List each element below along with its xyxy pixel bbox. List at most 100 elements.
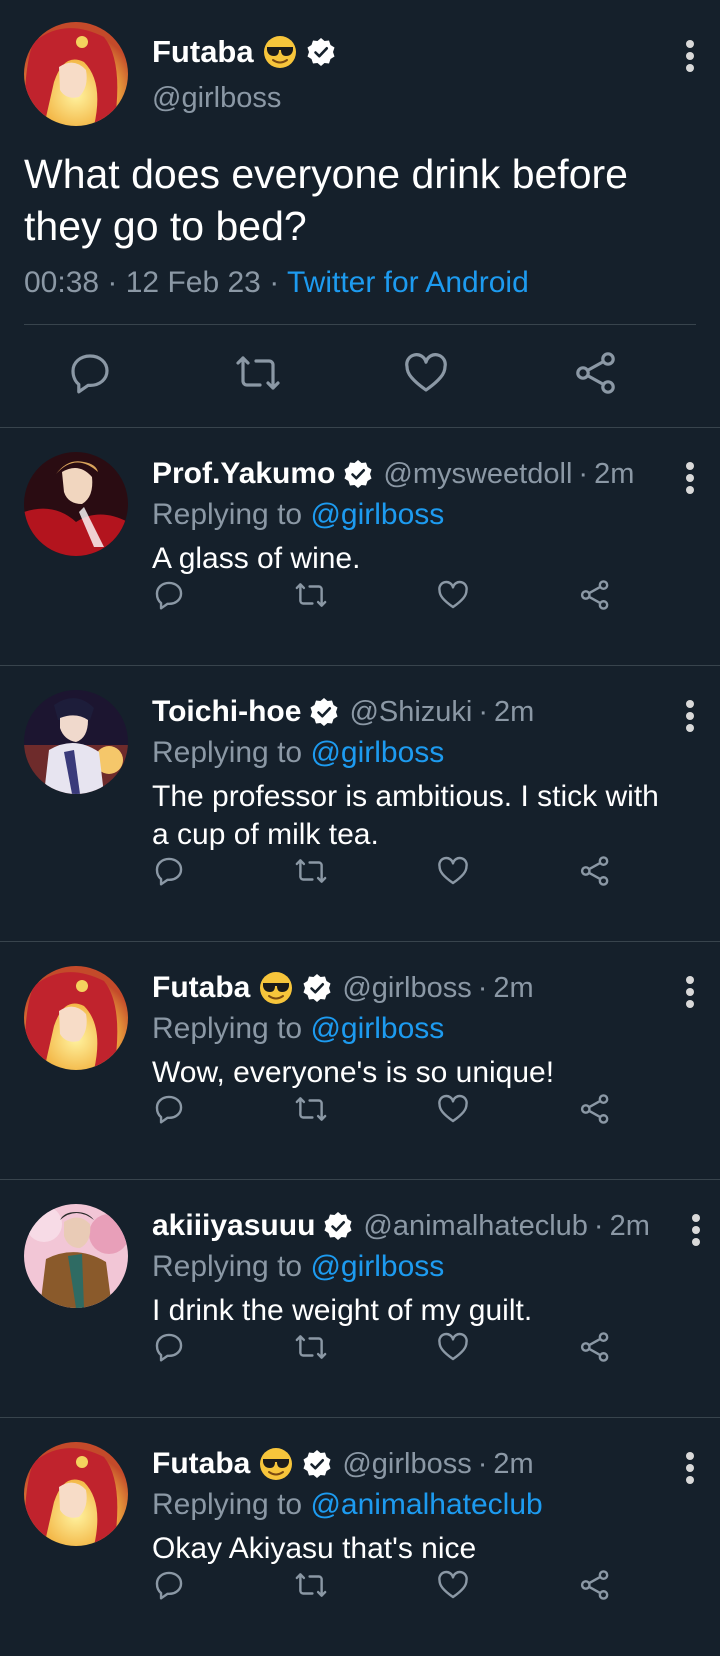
reply-body: Prof.Yakumo @mysweetdoll · 2m Replying t…: [152, 454, 680, 578]
avatar-prof-yakumo[interactable]: [24, 452, 128, 556]
like-icon[interactable]: [436, 854, 470, 888]
replying-to-mention[interactable]: @girlboss: [310, 498, 444, 531]
reply-actions: [152, 1092, 612, 1132]
replying-to-label: Replying to: [152, 736, 311, 769]
author-display-name[interactable]: Toichi-hoe: [152, 695, 301, 729]
share-icon[interactable]: [578, 854, 612, 888]
more-options-icon[interactable]: [680, 696, 700, 736]
retweet-icon[interactable]: [294, 578, 328, 612]
author-name-row: Futaba: [152, 34, 336, 70]
replying-to: Replying to @animalhateclub: [152, 1488, 680, 1522]
replying-to-mention[interactable]: @girlboss: [310, 1250, 444, 1283]
replying-to-mention[interactable]: @girlboss: [310, 1012, 444, 1045]
reply-icon[interactable]: [152, 578, 186, 612]
more-options-icon[interactable]: [680, 458, 700, 498]
author-handle[interactable]: @Shizuki: [349, 696, 472, 729]
sunglasses-emoji-icon: [258, 1446, 294, 1482]
like-icon[interactable]: [436, 1092, 470, 1126]
author-handle[interactable]: @girlboss: [342, 972, 471, 1005]
retweet-icon[interactable]: [294, 1330, 328, 1364]
replying-to: Replying to @girlboss: [152, 1250, 680, 1284]
like-icon[interactable]: [436, 1568, 470, 1602]
author-handle[interactable]: @mysweetdoll: [383, 458, 572, 491]
like-icon[interactable]: [402, 349, 450, 397]
replying-to-label: Replying to: [152, 1012, 311, 1045]
twitter-thread-view: Futaba @girlboss What does everyone drin…: [0, 0, 720, 1656]
sunglasses-emoji-icon: [262, 34, 298, 70]
more-options-icon[interactable]: [680, 1448, 700, 1488]
share-icon[interactable]: [578, 1568, 612, 1602]
author-display-name[interactable]: Prof.Yakumo: [152, 457, 335, 491]
avatar-futaba[interactable]: [24, 1442, 128, 1546]
replying-to-label: Replying to: [152, 498, 311, 531]
author-handle[interactable]: @girlboss: [152, 82, 336, 115]
share-icon[interactable]: [578, 578, 612, 612]
tweet-date: 12 Feb 23: [125, 266, 261, 299]
retweet-icon[interactable]: [294, 854, 328, 888]
sunglasses-emoji-icon: [258, 970, 294, 1006]
retweet-icon[interactable]: [234, 349, 282, 397]
reply-body: Futaba @girlboss · 2m Replying to @girlb…: [152, 968, 680, 1092]
reply-tweet[interactable]: Futaba @girlboss · 2m Replying to @girlb…: [0, 942, 720, 1180]
separator: ·: [477, 971, 488, 1004]
replying-to-label: Replying to: [152, 1488, 311, 1521]
avatar-akiiiyasuuu[interactable]: [24, 1204, 128, 1308]
reply-actions: [152, 578, 612, 618]
verified-badge-icon: [302, 1449, 332, 1479]
more-options-icon[interactable]: [680, 36, 700, 76]
reply-text: The professor is ambitious. I stick with…: [152, 780, 659, 851]
reply-time: 2m: [494, 695, 535, 728]
author-display-name[interactable]: Futaba: [152, 34, 254, 70]
like-icon[interactable]: [436, 1330, 470, 1364]
reply-tweet[interactable]: Futaba @girlboss · 2m Replying to @anima…: [0, 1418, 720, 1656]
main-tweet-names: Futaba @girlboss: [152, 34, 336, 115]
author-handle[interactable]: @girlboss: [342, 1448, 471, 1481]
reply-header: Futaba @girlboss · 2m: [152, 1444, 680, 1484]
replying-to-mention[interactable]: @girlboss: [310, 736, 444, 769]
reply-body: akiiiyasuuu @animalhateclub · 2m Replyin…: [152, 1206, 680, 1330]
reply-icon[interactable]: [66, 349, 114, 397]
avatar-toichi-hoe[interactable]: [24, 690, 128, 794]
tweet-source-link[interactable]: Twitter for Android: [287, 266, 529, 299]
like-icon[interactable]: [436, 578, 470, 612]
author-display-name[interactable]: Futaba: [152, 971, 250, 1005]
reply-icon[interactable]: [152, 854, 186, 888]
avatar-futaba[interactable]: [24, 22, 128, 126]
replying-to-mention[interactable]: @animalhateclub: [310, 1488, 542, 1521]
more-options-icon[interactable]: [680, 972, 700, 1012]
tweet-time: 00:38: [24, 266, 100, 299]
replying-to: Replying to @girlboss: [152, 1012, 680, 1046]
reply-actions: [152, 854, 612, 894]
verified-badge-icon: [302, 973, 332, 1003]
avatar-futaba[interactable]: [24, 966, 128, 1070]
share-icon[interactable]: [578, 1092, 612, 1126]
reply-body: Toichi-hoe @Shizuki · 2m Replying to @gi…: [152, 692, 680, 854]
reply-header: Prof.Yakumo @mysweetdoll · 2m: [152, 454, 680, 494]
reply-header: Toichi-hoe @Shizuki · 2m: [152, 692, 680, 732]
reply-actions: [152, 1568, 612, 1608]
verified-badge-icon: [306, 37, 336, 67]
reply-tweet[interactable]: akiiiyasuuu @animalhateclub · 2m Replyin…: [0, 1180, 720, 1418]
reply-text: Okay Akiyasu that's nice: [152, 1532, 477, 1565]
more-options-icon[interactable]: [686, 1210, 706, 1250]
author-display-name[interactable]: akiiiyasuuu: [152, 1209, 315, 1243]
reply-tweet[interactable]: Toichi-hoe @Shizuki · 2m Replying to @gi…: [0, 666, 720, 942]
reply-text: I drink the weight of my guilt.: [152, 1294, 533, 1327]
author-handle[interactable]: @animalhateclub: [363, 1210, 588, 1243]
reply-tweet[interactable]: Prof.Yakumo @mysweetdoll · 2m Replying t…: [0, 428, 720, 666]
retweet-icon[interactable]: [294, 1568, 328, 1602]
retweet-icon[interactable]: [294, 1092, 328, 1126]
reply-icon[interactable]: [152, 1568, 186, 1602]
meta-separator: ·: [260, 266, 287, 299]
share-icon[interactable]: [572, 349, 620, 397]
author-display-name[interactable]: Futaba: [152, 1447, 250, 1481]
reply-header: Futaba @girlboss · 2m: [152, 968, 680, 1008]
main-tweet-actions: [24, 325, 696, 421]
reply-icon[interactable]: [152, 1092, 186, 1126]
reply-icon[interactable]: [152, 1330, 186, 1364]
reply-header: akiiiyasuuu @animalhateclub · 2m: [152, 1206, 680, 1246]
share-icon[interactable]: [578, 1330, 612, 1364]
main-tweet-header: Futaba @girlboss: [24, 22, 696, 126]
meta-separator: ·: [99, 266, 126, 299]
main-tweet: Futaba @girlboss What does everyone drin…: [0, 0, 720, 428]
